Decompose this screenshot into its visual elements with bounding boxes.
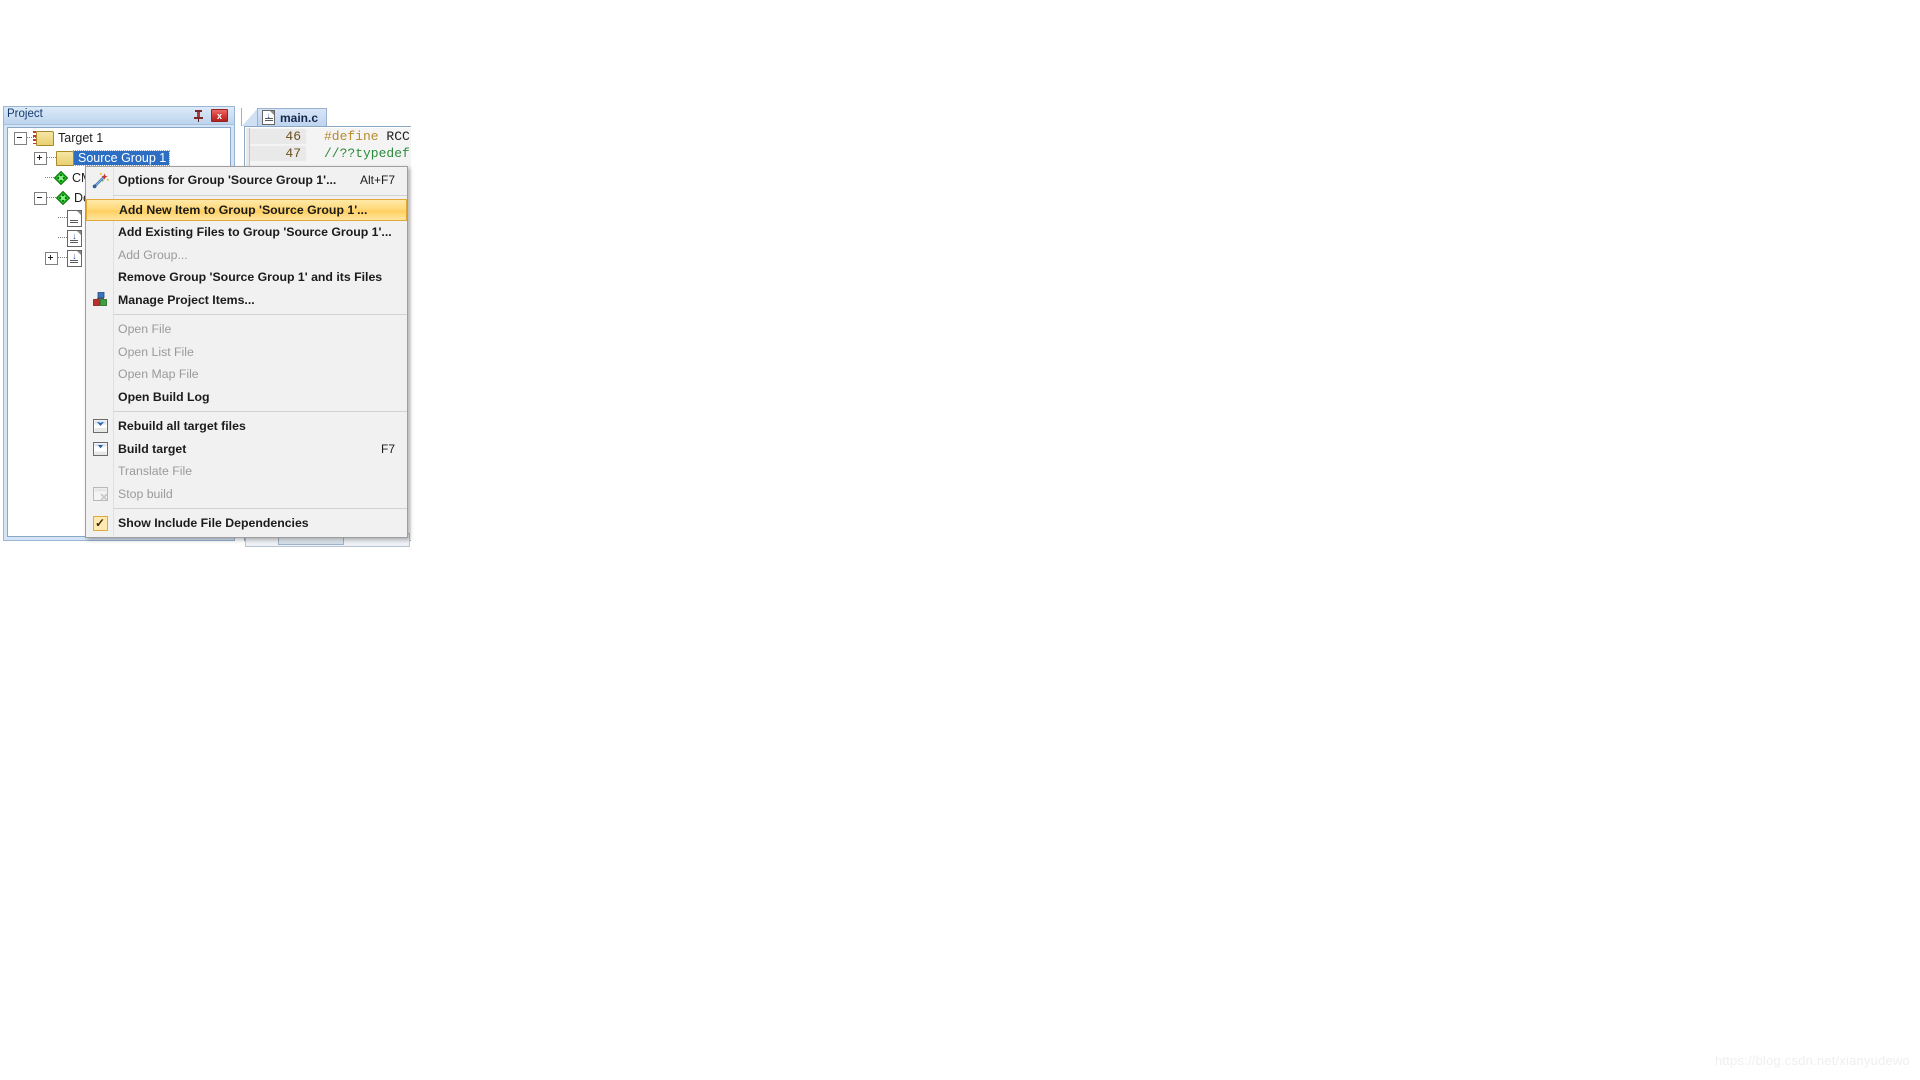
line-number: 46 xyxy=(250,129,306,144)
menu-item-label: Add Group... xyxy=(118,247,188,262)
menu-item-label: Open Build Log xyxy=(118,389,210,404)
menu-item-add-group: Add Group... xyxy=(86,244,407,267)
down-arrow-glyph: ↓ xyxy=(72,250,77,261)
expander-plus-icon[interactable] xyxy=(45,251,58,265)
menu-item-label: Options for Group 'Source Group 1'... xyxy=(118,173,337,188)
group-diamond-icon xyxy=(54,171,68,185)
down-arrow-glyph: ↓ xyxy=(266,111,271,120)
project-panel-titlebar: Project x xyxy=(4,107,234,125)
folder-icon xyxy=(56,150,74,166)
code-fold-strip xyxy=(306,145,318,162)
checkbox-checked-icon[interactable]: ✓ xyxy=(86,512,114,535)
down-arrow-glyph: ↓ xyxy=(72,230,77,241)
code-line: 46 #define RCC xyxy=(250,128,411,145)
menu-item-open-build-log[interactable]: Open Build Log xyxy=(86,386,407,409)
menu-item-no-icon xyxy=(86,386,114,409)
menu-item-manage-project-items[interactable]: Manage Project Items... xyxy=(86,289,407,312)
menu-item-no-icon xyxy=(86,244,114,267)
check-glyph: ✓ xyxy=(92,515,108,531)
build-icon xyxy=(86,438,114,461)
menu-item-label: Translate File xyxy=(118,464,193,479)
menu-item-label: Add Existing Files to Group 'Source Grou… xyxy=(118,225,392,240)
include-file-icon: ↓ xyxy=(67,249,82,267)
source-file-icon xyxy=(67,209,82,227)
expander-minus-icon[interactable] xyxy=(34,191,47,205)
menu-item-remove-group[interactable]: Remove Group 'Source Group 1' and its Fi… xyxy=(86,266,407,289)
code-line: 47 //??typedef xyxy=(250,145,411,162)
menu-item-no-icon xyxy=(87,200,115,221)
tabstrip-leading-edge xyxy=(241,108,258,126)
menu-item-shortcut: F7 xyxy=(380,441,395,456)
manage-items-icon xyxy=(86,289,114,312)
menu-separator xyxy=(113,194,407,196)
menu-item-no-icon xyxy=(86,460,114,483)
menu-item-label: Open Map File xyxy=(118,367,199,382)
menu-item-label: Rebuild all target files xyxy=(118,419,246,434)
expander-minus-icon[interactable] xyxy=(14,131,27,145)
tree-connector xyxy=(58,237,67,239)
source-file-icon: ↓ xyxy=(262,110,275,125)
editor-tabstrip: ↓ main.c xyxy=(241,106,411,126)
code-token-identifier: RCC xyxy=(378,129,410,144)
page-title: Project xyxy=(7,108,43,120)
tree-node-source-group[interactable]: Source Group 1 xyxy=(8,148,230,168)
menu-item-label: Add New Item to Group 'Source Group 1'..… xyxy=(119,202,368,217)
menu-item-shortcut: Alt+F7 xyxy=(359,173,395,188)
code-token-preprocessor: #define xyxy=(324,129,379,144)
tab-label: main.c xyxy=(280,110,319,125)
menu-item-open-file: Open File xyxy=(86,318,407,341)
target-folder-icon xyxy=(33,130,54,146)
menu-item-label: Open File xyxy=(118,322,172,337)
menu-item-label: Build target xyxy=(118,441,187,456)
menu-item-no-icon xyxy=(86,221,114,244)
menu-item-no-icon xyxy=(86,318,114,341)
menu-item-no-icon xyxy=(86,266,114,289)
tree-connector xyxy=(45,177,54,179)
menu-item-open-map-file: Open Map File xyxy=(86,363,407,386)
expander-plus-icon[interactable] xyxy=(34,151,47,165)
menu-separator xyxy=(113,508,407,509)
menu-item-rebuild-all[interactable]: Rebuild all target files xyxy=(86,415,407,438)
menu-item-open-list-file: Open List File xyxy=(86,341,407,364)
tab-main-c[interactable]: ↓ main.c xyxy=(257,108,328,126)
menu-item-label: Show Include File Dependencies xyxy=(118,516,309,531)
menu-item-add-new-item[interactable]: Add New Item to Group 'Source Group 1'..… xyxy=(86,198,407,221)
tree-node-label: Source Group 1 xyxy=(72,150,171,166)
menu-separator xyxy=(113,411,407,412)
line-number: 47 xyxy=(250,146,306,161)
menu-item-options-for-group[interactable]: Options for Group 'Source Group 1'... Al… xyxy=(86,169,407,192)
code-token-comment: //??typedef xyxy=(324,146,410,161)
tree-connector xyxy=(47,197,56,199)
menu-item-show-include-dependencies[interactable]: ✓ Show Include File Dependencies xyxy=(86,512,407,535)
menu-item-translate-file: Translate File xyxy=(86,460,407,483)
rebuild-icon xyxy=(86,415,114,438)
close-icon[interactable]: x xyxy=(211,109,228,122)
menu-item-stop-build: Stop build xyxy=(86,483,407,506)
tree-node-label: Target 1 xyxy=(58,131,104,145)
stop-build-icon xyxy=(86,483,114,506)
tree-connector xyxy=(58,257,67,259)
project-context-menu[interactable]: Options for Group 'Source Group 1'... Al… xyxy=(85,166,408,538)
watermark-text: https://blog.csdn.net/xianyudewo xyxy=(1714,1053,1910,1068)
menu-item-add-existing-files[interactable]: Add Existing Files to Group 'Source Grou… xyxy=(86,221,407,244)
menu-item-label: Open List File xyxy=(118,344,194,359)
tree-connector xyxy=(58,217,67,219)
magic-wand-icon xyxy=(86,169,114,192)
menu-item-no-icon xyxy=(86,363,114,386)
include-file-icon: ↓ xyxy=(67,229,82,247)
menu-item-label: Stop build xyxy=(118,486,173,501)
menu-item-label: Manage Project Items... xyxy=(118,292,255,307)
pin-icon[interactable] xyxy=(192,109,205,122)
menu-item-no-icon xyxy=(86,341,114,364)
menu-item-build-target[interactable]: Build target F7 xyxy=(86,438,407,461)
group-diamond-icon xyxy=(56,191,70,205)
tree-node-target[interactable]: Target 1 xyxy=(8,128,230,148)
code-fold-strip xyxy=(306,128,318,145)
menu-item-label: Remove Group 'Source Group 1' and its Fi… xyxy=(118,270,383,285)
screen-root: Project x Target 1 Source Group 1 CM ↓ ↓… xyxy=(0,0,1920,1080)
menu-separator xyxy=(113,314,407,315)
tree-connector xyxy=(47,157,56,159)
